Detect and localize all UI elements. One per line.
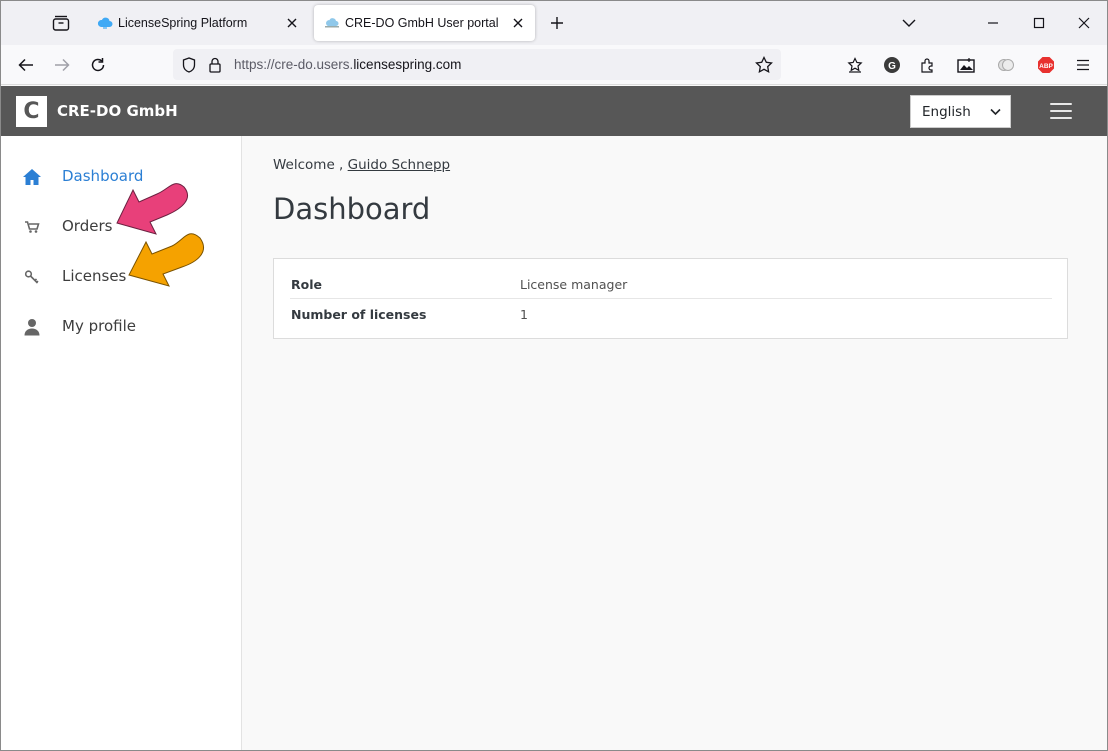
minimize-icon[interactable] [978, 9, 1008, 37]
hamburger-menu-icon[interactable] [1047, 99, 1075, 123]
user-name-link[interactable]: Guido Schnepp [348, 157, 450, 173]
sidebar: Dashboard Orders Licenses My profile [1, 136, 242, 750]
lock-icon[interactable] [205, 55, 225, 75]
new-tab-icon[interactable] [545, 11, 569, 35]
app-menu-icon[interactable] [1071, 53, 1095, 77]
tab-title: LicenseSpring Platform [118, 16, 248, 30]
window-close-icon[interactable] [1069, 9, 1099, 37]
sidebar-item-my-profile[interactable]: My profile [1, 306, 242, 346]
browser-window: LicenseSpring Platform CRE-DO GmbH User … [0, 0, 1108, 751]
sidebar-item-orders[interactable]: Orders [1, 206, 242, 246]
row-value: License manager [520, 277, 628, 292]
row-value: 1 [520, 307, 528, 322]
key-icon [21, 266, 43, 288]
adblock-plus-icon[interactable]: ABP [1034, 53, 1058, 77]
main-content: Welcome , Guido Schnepp Dashboard Role L… [243, 136, 1107, 750]
url-prefix: https://cre-do.users. [234, 57, 354, 72]
maximize-icon[interactable] [1024, 9, 1054, 37]
tab-list-icon[interactable] [47, 9, 75, 37]
addon-icon[interactable] [994, 53, 1018, 77]
url-domain: licensespring.com [353, 57, 462, 72]
table-row: Number of licenses 1 [290, 299, 1052, 329]
reload-icon[interactable] [84, 51, 112, 79]
tab-user-portal[interactable]: CRE-DO GmbH User portal [314, 5, 535, 41]
user-icon [21, 316, 43, 338]
company-logo[interactable]: C [16, 96, 47, 127]
chevron-down-icon [988, 105, 1002, 119]
bookmarks-icon[interactable] [843, 53, 867, 77]
chevron-down-icon[interactable] [897, 11, 921, 35]
grammarly-icon[interactable]: G [880, 53, 904, 77]
company-name[interactable]: CRE-DO GmbH [57, 102, 178, 120]
row-key: Number of licenses [291, 307, 427, 322]
sidebar-item-label: My profile [62, 317, 136, 335]
sidebar-item-dashboard[interactable]: Dashboard [1, 156, 242, 196]
portal-favicon-icon [324, 15, 340, 31]
address-bar[interactable]: https://cre-do.users.licensespring.com [173, 49, 781, 80]
bookmark-star-icon[interactable] [753, 54, 775, 76]
tab-title: CRE-DO GmbH User portal [345, 16, 499, 30]
page-title: Dashboard [273, 192, 431, 226]
language-select[interactable]: English [910, 95, 1011, 128]
close-icon[interactable] [283, 14, 301, 32]
table-row: Role License manager [290, 269, 1052, 299]
tab-licensespring-platform[interactable]: LicenseSpring Platform [87, 5, 309, 41]
svg-text:G: G [888, 61, 896, 72]
svg-text:ABP: ABP [1039, 63, 1053, 70]
language-value: English [922, 104, 971, 120]
screenshot-icon[interactable] [954, 53, 978, 77]
cloud-icon [97, 15, 113, 31]
home-icon [21, 166, 43, 188]
extensions-puzzle-icon[interactable] [916, 53, 940, 77]
row-key: Role [291, 277, 322, 292]
forward-icon[interactable] [48, 51, 76, 79]
info-card: Role License manager Number of licenses … [273, 258, 1068, 339]
navigation-toolbar: https://cre-do.users.licensespring.com G… [1, 45, 1107, 85]
sidebar-item-label: Orders [62, 217, 113, 235]
tab-strip: LicenseSpring Platform CRE-DO GmbH User … [1, 1, 1107, 45]
sidebar-item-licenses[interactable]: Licenses [1, 256, 242, 296]
site-header: C CRE-DO GmbH English [1, 86, 1107, 136]
url-text[interactable]: https://cre-do.users.licensespring.com [234, 57, 461, 72]
back-icon[interactable] [12, 51, 40, 79]
cart-icon [21, 216, 43, 238]
sidebar-item-label: Dashboard [62, 167, 144, 185]
shield-icon[interactable] [179, 55, 199, 75]
welcome-message: Welcome , Guido Schnepp [273, 157, 450, 173]
close-icon[interactable] [509, 14, 527, 32]
sidebar-item-label: Licenses [62, 267, 127, 285]
welcome-prefix: Welcome , [273, 157, 344, 173]
